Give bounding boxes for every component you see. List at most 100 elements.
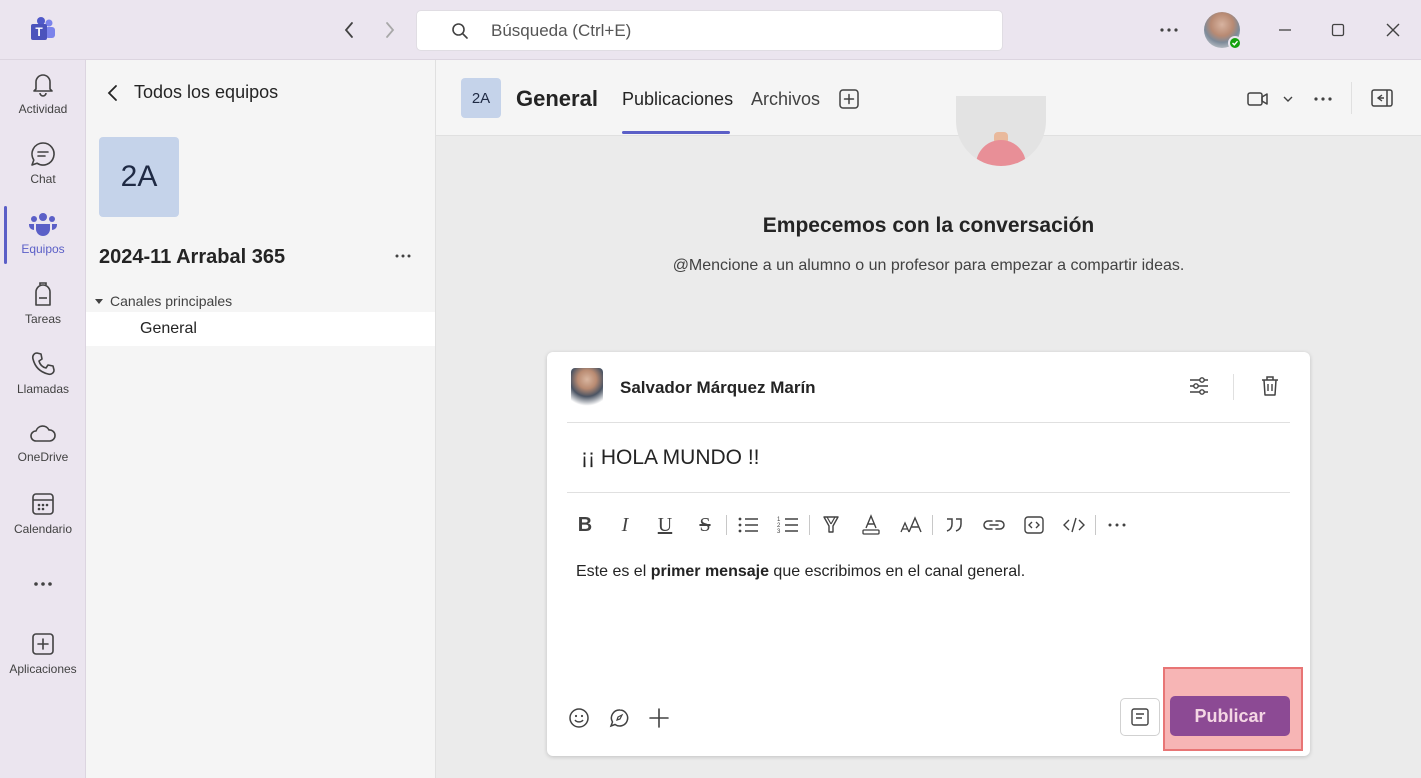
team-avatar: 2A	[99, 137, 179, 217]
add-app-icon	[29, 630, 57, 658]
rail-label: Equipos	[21, 242, 65, 256]
rail-label: Chat	[30, 172, 56, 186]
schedule-note-icon[interactable]	[1120, 698, 1160, 736]
tab-publicaciones[interactable]: Publicaciones	[622, 89, 733, 110]
divider	[567, 422, 1290, 423]
side-panel-icon[interactable]	[1370, 87, 1394, 109]
author-avatar	[571, 368, 603, 406]
body-text-bold: primer mensaje	[650, 563, 769, 580]
author-name: Salvador Márquez Marín	[620, 378, 816, 397]
publish-button[interactable]: Publicar	[1170, 696, 1290, 736]
more-options-icon[interactable]	[1312, 88, 1334, 110]
more-horizontal-icon	[29, 572, 57, 596]
message-body[interactable]: Este es el primer mensaje que escribimos…	[576, 563, 1025, 581]
meet-button[interactable]	[1246, 88, 1294, 110]
search-box[interactable]	[416, 10, 1003, 51]
calendar-icon	[29, 490, 57, 518]
body-text-start: Este es el	[576, 563, 651, 580]
divider	[567, 492, 1290, 493]
subject-field[interactable]: ¡¡ HOLA MUNDO !!	[581, 446, 760, 470]
strikethrough-button[interactable]: S	[685, 512, 725, 538]
teams-logo-icon: T	[29, 16, 57, 44]
svg-text:T: T	[35, 25, 43, 39]
emoji-icon[interactable]	[567, 706, 591, 730]
channel-header: 2A General Publicaciones Archivos	[436, 60, 1421, 136]
tab-archivos[interactable]: Archivos	[751, 89, 820, 110]
video-camera-icon	[1246, 88, 1270, 110]
backpack-icon	[29, 280, 57, 308]
rail-item-aplicaciones[interactable]: Aplicaciones	[0, 630, 86, 692]
font-color-icon[interactable]	[851, 512, 891, 538]
toolbar-divider	[1095, 515, 1096, 535]
rail-item-onedrive[interactable]: OneDrive	[0, 422, 86, 484]
bell-icon	[29, 70, 57, 98]
back-to-all-teams[interactable]: Todos los equipos	[106, 82, 278, 103]
chat-icon	[29, 140, 57, 168]
team-more-icon[interactable]	[393, 246, 413, 266]
channel-avatar: 2A	[461, 78, 501, 118]
code-icon[interactable]	[1054, 512, 1094, 538]
post-options-icon[interactable]	[1187, 374, 1211, 398]
empty-state-title: Empecemos con la conversación	[762, 214, 1095, 237]
trash-icon[interactable]	[1259, 374, 1281, 398]
channel-item-general[interactable]: General	[86, 312, 435, 346]
header-divider	[1351, 82, 1352, 114]
rail-label: Calendario	[13, 522, 73, 536]
bold-button[interactable]: B	[565, 512, 605, 538]
add-attachment-icon[interactable]	[647, 706, 671, 730]
numbered-list-icon[interactable]: 123	[768, 512, 808, 538]
compose-box: Salvador Márquez Marín ¡¡ HOLA MUNDO !! …	[547, 352, 1310, 756]
svg-text:3: 3	[777, 529, 781, 535]
italic-button[interactable]: I	[605, 512, 645, 538]
link-icon[interactable]	[974, 512, 1014, 538]
quote-icon[interactable]	[934, 512, 974, 538]
active-tab-underline	[622, 131, 730, 134]
cloud-icon	[29, 422, 57, 446]
bullet-list-icon[interactable]	[728, 512, 768, 538]
profile-avatar[interactable]	[1204, 12, 1242, 50]
rail-label: Actividad	[18, 102, 68, 116]
loop-component-icon[interactable]	[607, 706, 631, 730]
code-snippet-icon[interactable]	[1014, 512, 1054, 538]
more-formatting-icon[interactable]	[1097, 512, 1137, 538]
chevron-down-icon	[1282, 93, 1294, 105]
minimize-icon[interactable]	[1273, 18, 1297, 42]
section-label: Canales principales	[110, 293, 233, 309]
toolbar-divider	[932, 515, 933, 535]
more-options-icon[interactable]	[1157, 18, 1181, 42]
app-rail: Actividad Chat Equipos Tareas Llamadas O…	[0, 60, 86, 778]
chevron-left-icon	[106, 84, 120, 102]
rail-item-chat[interactable]: Chat	[0, 140, 86, 202]
back-arrow-icon[interactable]	[337, 18, 361, 42]
close-icon[interactable]	[1381, 18, 1405, 42]
rail-item-more[interactable]	[0, 572, 86, 634]
rail-item-llamadas[interactable]: Llamadas	[0, 350, 86, 412]
channel-title: General	[516, 86, 598, 111]
highlight-icon[interactable]	[811, 512, 851, 538]
rail-item-actividad[interactable]: Actividad	[0, 70, 86, 132]
formatting-toolbar: B I U S 123	[565, 512, 1137, 538]
section-main-channels[interactable]: Canales principales	[94, 293, 232, 309]
font-size-icon[interactable]	[891, 512, 931, 538]
toolbar-divider	[809, 515, 810, 535]
search-input[interactable]	[491, 20, 971, 42]
search-icon	[451, 22, 469, 40]
empty-state-illustration	[956, 96, 1046, 166]
teams-icon	[28, 210, 58, 238]
add-tab-icon[interactable]	[838, 88, 860, 110]
presence-available-icon	[1228, 36, 1242, 50]
rail-item-calendario[interactable]: Calendario	[0, 490, 86, 552]
teams-panel: Todos los equipos 2A 2024-11 Arrabal 365…	[86, 60, 436, 778]
underline-button[interactable]: U	[645, 512, 685, 538]
forward-arrow-icon[interactable]	[378, 18, 402, 42]
toolbar-divider	[726, 515, 727, 535]
rail-label: OneDrive	[17, 450, 69, 464]
team-name: 2024-11 Arrabal 365	[99, 246, 286, 268]
rail-item-equipos[interactable]: Equipos	[0, 210, 86, 272]
compose-divider	[1233, 374, 1234, 400]
rail-label: Aplicaciones	[9, 662, 77, 676]
maximize-icon[interactable]	[1326, 18, 1350, 42]
rail-item-tareas[interactable]: Tareas	[0, 280, 86, 342]
rail-label: Llamadas	[16, 382, 70, 396]
phone-icon	[29, 350, 57, 378]
